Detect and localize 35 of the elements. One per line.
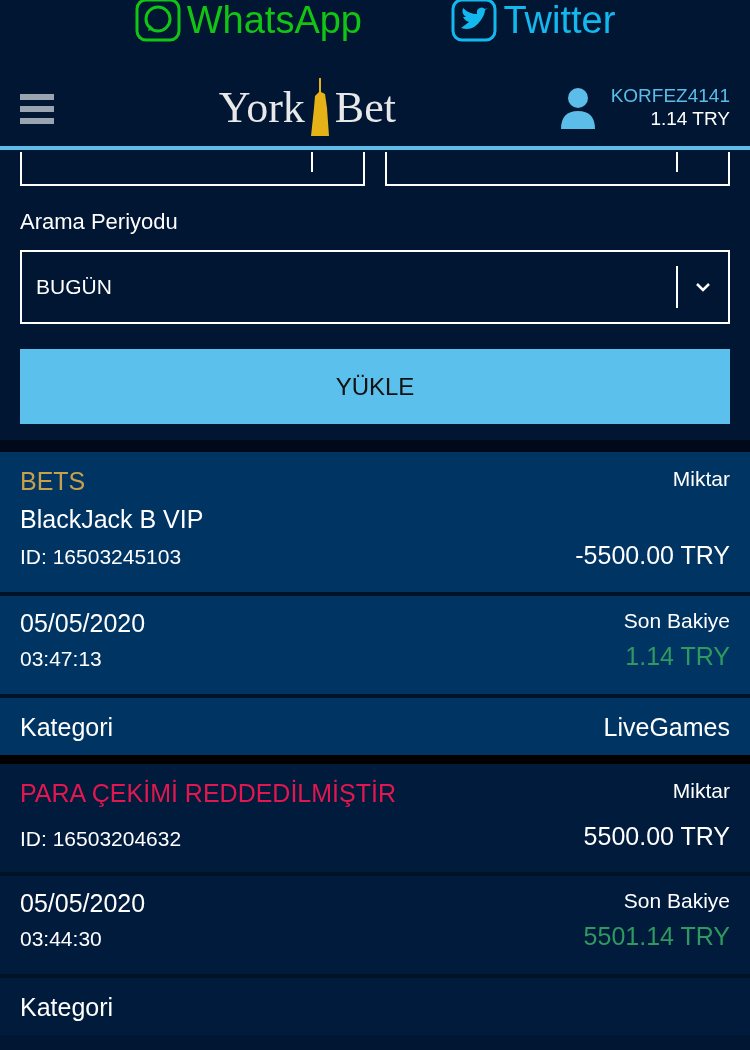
menu-icon[interactable] xyxy=(20,91,54,125)
field-label: Miktar xyxy=(671,466,730,492)
time: 03:47:13 xyxy=(20,646,103,672)
field-label: Son Bakiye xyxy=(623,608,730,634)
amount: -5500.00 TRY xyxy=(575,540,730,571)
category: LiveGames xyxy=(603,711,730,742)
filter-select[interactable] xyxy=(20,152,365,186)
date: 05/05/2020 xyxy=(20,888,146,918)
time: 03:44:30 xyxy=(20,926,103,952)
status-label: BETS xyxy=(20,466,87,496)
balance-amount: 5501.14 TRY xyxy=(583,921,730,952)
social-link[interactable]: Twitter xyxy=(503,0,616,41)
chat-bubble-icon[interactable] xyxy=(134,0,181,42)
bird-icon[interactable] xyxy=(451,0,498,42)
field-label: Miktar xyxy=(671,778,730,804)
period-select[interactable]: BUGÜN xyxy=(20,250,730,324)
amount: 5500.00 TRY xyxy=(583,821,730,852)
chevron-down-icon xyxy=(695,282,711,292)
filter-select[interactable] xyxy=(385,152,730,186)
transaction-id: ID: 16503245103 xyxy=(20,544,183,570)
field-label: Kategori xyxy=(20,711,114,742)
field-label: Son Bakiye xyxy=(622,888,730,914)
game-name: BlackJack B VIP xyxy=(20,504,204,534)
user-icon[interactable] xyxy=(560,87,595,129)
date: 05/05/2020 xyxy=(20,608,146,638)
transaction-id: ID: 16503204632 xyxy=(20,826,183,852)
username[interactable]: KORFEZ4141 xyxy=(610,85,730,108)
status-label: PARA ÇEKİMİ REDDEDİLMİŞTİR xyxy=(20,778,396,808)
balance: 1.14 TRY xyxy=(649,108,730,131)
balance-amount: 1.14 TRY xyxy=(624,641,730,672)
social-link[interactable]: WhatsApp xyxy=(186,0,362,41)
load-button[interactable]: YÜKLE xyxy=(20,349,730,424)
field-label: Kategori xyxy=(20,991,114,1022)
logo[interactable]: York Bet xyxy=(218,78,396,138)
field-label: Arama Periyodu xyxy=(20,208,179,236)
